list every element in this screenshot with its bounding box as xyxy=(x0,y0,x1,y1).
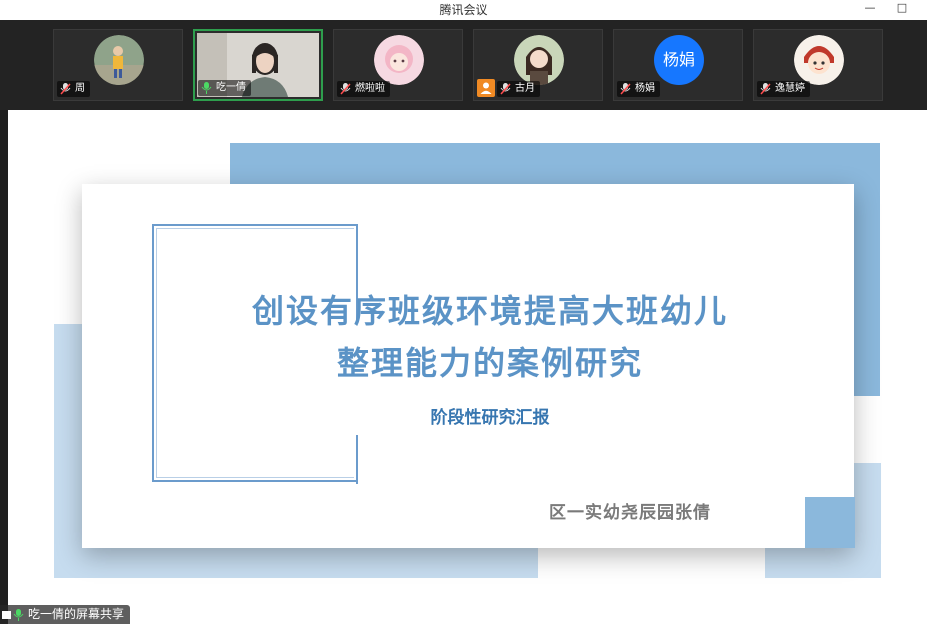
avatar-initials: 杨娟 xyxy=(654,35,704,85)
mic-muted-icon xyxy=(500,83,511,95)
participant-name: 周 xyxy=(75,83,85,94)
participant-name-tag: 吃一倩 xyxy=(198,80,251,96)
mic-muted-icon xyxy=(60,83,71,95)
avatar xyxy=(94,35,144,85)
participant-tile[interactable]: 杨娟 杨娟 xyxy=(613,29,743,101)
participant-tile[interactable]: 周 xyxy=(53,29,183,101)
screen-left-edge xyxy=(0,110,8,624)
slide-subtitle: 阶段性研究汇报 xyxy=(430,408,550,428)
mic-muted-icon xyxy=(340,83,351,95)
screen-share-text: 吃一倩的屏幕共享 xyxy=(28,607,125,621)
participant-name-tag: 周 xyxy=(57,81,90,97)
mic-on-icon xyxy=(13,608,24,621)
slide-title-line: 创设有序班级环境提高大班幼儿 xyxy=(251,292,728,330)
slide-corner-accent xyxy=(805,497,855,548)
slide-title: 创设有序班级环境提高大班幼儿 整理能力的案例研究 xyxy=(160,285,820,389)
window-titlebar: 腾讯会议 — □ xyxy=(0,0,927,20)
participant-name-tag: 古月 xyxy=(497,81,540,97)
slide-title-line: 整理能力的案例研究 xyxy=(336,344,643,382)
window-title: 腾讯会议 xyxy=(439,3,488,17)
minimize-button[interactable]: — xyxy=(860,0,880,18)
participant-tile[interactable]: 燃啦啦 xyxy=(333,29,463,101)
participant-name: 古月 xyxy=(515,83,535,94)
participant-name: 杨娟 xyxy=(635,83,655,94)
participant-tile[interactable]: 古月 xyxy=(473,29,603,101)
screen-share-label: 吃一倩的屏幕共享 xyxy=(0,605,131,624)
slide-frame-edge xyxy=(356,435,358,484)
avatar xyxy=(374,35,424,85)
participant-name: 燃啦啦 xyxy=(355,83,385,94)
participant-name-tag: 逸慧婷 xyxy=(757,81,810,97)
share-screen-icon xyxy=(2,610,11,619)
slide-author: 区一实幼尧辰园张倩 xyxy=(549,503,711,523)
mic-on-icon xyxy=(201,82,212,94)
participant-tile[interactable]: 逸慧婷 xyxy=(753,29,883,101)
participant-strip: 周 吃一倩 燃啦啦 古月 杨娟 杨娟 逸慧婷 xyxy=(0,20,927,110)
maximize-button[interactable]: □ xyxy=(892,0,912,18)
mic-muted-icon xyxy=(760,83,771,95)
avatar xyxy=(514,35,564,85)
mic-muted-icon xyxy=(620,83,631,95)
participant-name: 逸慧婷 xyxy=(775,83,805,94)
participant-name: 吃一倩 xyxy=(216,82,246,93)
person-icon xyxy=(477,79,495,97)
participant-name-tag: 燃啦啦 xyxy=(337,81,390,97)
participant-name-tag: 杨娟 xyxy=(617,81,660,97)
participant-tile-speaking[interactable]: 吃一倩 xyxy=(193,29,323,101)
avatar xyxy=(794,35,844,85)
